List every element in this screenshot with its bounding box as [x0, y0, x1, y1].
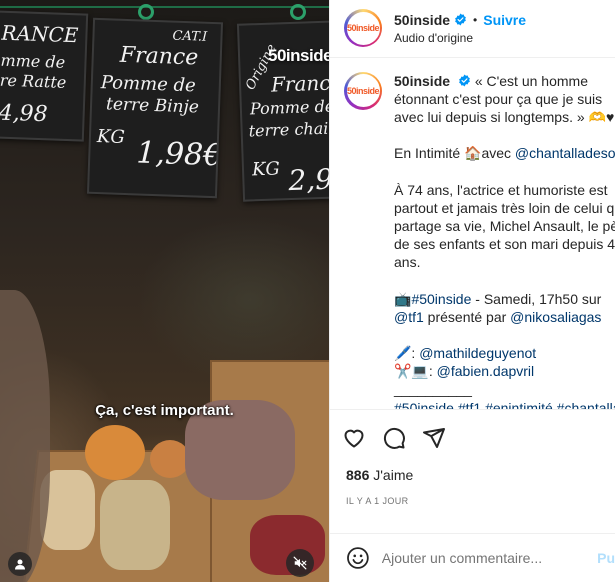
hook	[138, 4, 154, 20]
header-text: 50inside • Suivre Audio d'origine	[394, 12, 526, 45]
mention-link[interactable]: @mathildeguyenot	[419, 345, 536, 361]
comment-input[interactable]	[381, 550, 586, 567]
hashtag-link[interactable]: #50inside	[394, 400, 454, 410]
mention-link[interactable]: @fabien.dapvril	[437, 363, 535, 379]
comment-icon	[383, 428, 405, 450]
caption-username[interactable]: 50inside	[394, 73, 450, 89]
post-header: 50inside 50inside • Suivre Audio d'origi…	[330, 0, 615, 58]
price-board: RANCE mme de re Ratte 4,98	[0, 10, 89, 142]
mention-link[interactable]: @tf1	[394, 309, 424, 325]
verified-badge-icon	[455, 13, 466, 26]
separator-dot: •	[473, 12, 478, 27]
hashtag-link[interactable]: #chantalla	[557, 400, 615, 410]
hook	[290, 4, 306, 20]
potato-bag	[100, 480, 170, 570]
comment-button[interactable]	[382, 418, 422, 458]
mention-link[interactable]: @chantalladesou	[515, 145, 615, 161]
comments-section[interactable]: 50inside 50inside « C'est un homme étonn…	[330, 58, 615, 411]
video-player[interactable]: RANCE mme de re Ratte 4,98 CAT.I France …	[0, 0, 329, 582]
likes-count[interactable]: 886 J'aime	[330, 467, 615, 485]
avatar[interactable]: 50inside	[344, 71, 382, 110]
onion	[150, 440, 190, 478]
action-bar	[330, 410, 615, 467]
username-link[interactable]: 50inside	[394, 12, 450, 28]
video-subtitle: Ça, c'est important.	[95, 402, 234, 419]
mention-link[interactable]: @nikosaliagas	[510, 309, 601, 325]
post-details-panel: 50inside 50inside • Suivre Audio d'origi…	[329, 0, 615, 582]
avatar-logo: 50inside	[346, 11, 380, 45]
audio-link[interactable]: Audio d'origine	[394, 31, 526, 45]
post-caption: 50inside 50inside « C'est un homme étonn…	[344, 71, 615, 410]
onion	[85, 425, 145, 480]
hashtag-link[interactable]: #tf1	[458, 400, 481, 410]
verified-badge-icon	[459, 74, 470, 87]
send-icon	[423, 428, 445, 449]
avatar[interactable]: 50inside	[344, 9, 382, 48]
avatar-logo: 50inside	[346, 74, 380, 108]
hashtag-link[interactable]: #50inside	[411, 291, 471, 307]
user-icon	[15, 559, 25, 570]
hashtag-link[interactable]: #enintimité	[485, 400, 553, 410]
hanging-wire	[0, 6, 329, 8]
caption-text: 50inside « C'est un homme étonnant c'est…	[394, 72, 615, 410]
tagged-users-button[interactable]	[8, 552, 32, 576]
mute-button[interactable]	[286, 549, 314, 577]
post-timestamp[interactable]: IL Y A 1 JOUR	[330, 496, 615, 510]
video-watermark-logo: 50inside	[268, 46, 329, 65]
speaker-muted-icon	[293, 556, 307, 570]
post-comment-button[interactable]: Pu	[597, 550, 615, 566]
like-button[interactable]	[342, 418, 382, 458]
post-viewer: RANCE mme de re Ratte 4,98 CAT.I France …	[0, 0, 615, 582]
share-button[interactable]	[422, 418, 462, 458]
price-board: CAT.I France Pomme de terre Binje KG 1,9…	[86, 17, 224, 199]
emoji-icon[interactable]	[346, 546, 370, 570]
comment-bar: Pu	[330, 533, 615, 582]
follow-button[interactable]: Suivre	[483, 12, 526, 28]
heart-icon	[344, 430, 364, 448]
